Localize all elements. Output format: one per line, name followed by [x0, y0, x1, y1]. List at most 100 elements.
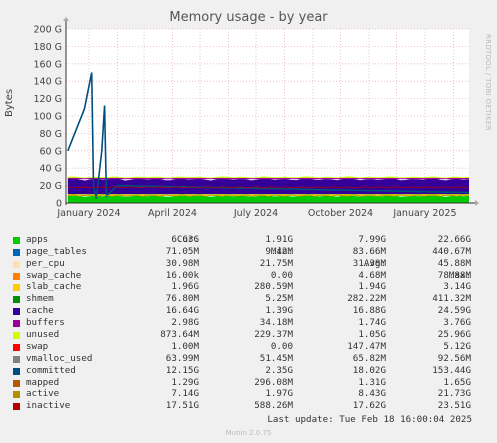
legend-name: page_tables: [26, 245, 87, 257]
legend-max: 21.73G: [437, 388, 471, 400]
legend-swatch: [13, 320, 20, 328]
legend-avg: 65.82M: [352, 352, 386, 364]
legend-min: 1.91G: [265, 233, 293, 245]
x-tick-label: October 2024: [308, 208, 373, 219]
x-tick-label: April 2024: [148, 208, 197, 219]
legend-swatch: [13, 284, 20, 292]
y-tick-label: 40 G: [40, 164, 62, 175]
legend-avg: 83.66M: [352, 245, 386, 257]
y-tick-label: 180 G: [33, 42, 62, 53]
legend-cur: 76.80M: [165, 293, 199, 305]
legend-header: Cur: Min: Avg: Max:: [12, 222, 472, 281]
legend-name: apps: [26, 233, 49, 245]
legend-avg: 1.94G: [358, 281, 386, 293]
y-axis-arrow: [63, 17, 69, 21]
legend-row-committed: committed 12.15G 2.35G 18.02G 153.44G: [12, 365, 472, 377]
legend-avg: 1.31G: [358, 376, 386, 388]
legend-max: 3.14G: [443, 281, 471, 293]
y-tick-label: 200 G: [33, 25, 62, 36]
legend: Cur: Min: Avg: Max: apps 6.63G 1.91G 7.99G 2…: [12, 222, 472, 412]
legend-cur: 12.15G: [165, 364, 199, 376]
legend-row-swap: swap 1.00M 0.00 147.47M 5.12G: [12, 341, 472, 353]
legend-swatch: [13, 248, 20, 256]
legend-name: inactive: [26, 400, 71, 412]
legend-swatch: [13, 355, 20, 363]
legend-avg: 31.38M: [352, 257, 386, 269]
x-tick-label: January 2025: [392, 208, 456, 219]
legend-max: 22.66G: [437, 233, 471, 245]
munin-version: Munin 2.0.75: [225, 429, 272, 437]
legend-swatch: [13, 391, 20, 399]
legend-avg: 1.74G: [358, 317, 386, 329]
legend-name: buffers: [26, 317, 65, 329]
legend-row-apps: apps 6.63G 1.91G 7.99G 22.66G: [12, 234, 472, 246]
legend-max: 153.44G: [432, 364, 471, 376]
legend-cur: 71.05M: [165, 245, 199, 257]
legend-max: 25.96G: [437, 329, 471, 341]
legend-cur: 6.63G: [171, 233, 199, 245]
legend-name: swap: [26, 340, 49, 352]
legend-max: 3.76G: [443, 317, 471, 329]
y-tick-label: 80 G: [40, 129, 62, 140]
legend-name: cache: [26, 305, 54, 317]
legend-min: 1.39G: [265, 305, 293, 317]
y-tick-label: 160 G: [33, 59, 62, 70]
legend-row-mapped: mapped 1.29G 296.08M 1.31G 1.65G: [12, 377, 472, 389]
legend-max: 411.32M: [432, 293, 471, 305]
legend-row-page-tables: page_tables 71.05M 9.42M 83.66M 440.67M: [12, 246, 472, 258]
legend-min: 21.75M: [259, 257, 293, 269]
legend-swatch: [13, 343, 20, 351]
stacked-area: [67, 176, 470, 203]
y-tick-label: 100 G: [33, 112, 62, 123]
legend-name: per_cpu: [26, 257, 65, 269]
y-tick-label: 20 G: [40, 181, 62, 192]
legend-cur: 17.51G: [165, 400, 199, 412]
legend-name: vmalloc_used: [26, 352, 93, 364]
legend-max: 92.56M: [437, 352, 471, 364]
legend-avg: 7.99G: [358, 233, 386, 245]
legend-max: 23.51G: [437, 400, 471, 412]
legend-max: 24.59G: [437, 305, 471, 317]
legend-cur: 30.98M: [165, 257, 199, 269]
legend-row-inactive: inactive 17.51G 588.26M 17.62G 23.51G: [12, 400, 472, 412]
legend-swatch: [13, 260, 20, 268]
legend-name: committed: [26, 364, 76, 376]
legend-avg: 17.62G: [352, 400, 386, 412]
legend-name: slab_cache: [26, 281, 82, 293]
legend-cur: 16.64G: [165, 305, 199, 317]
legend-min: 280.59M: [254, 281, 293, 293]
legend-row-vmalloc-used: vmalloc_used 63.99M 51.45M 65.82M 92.56M: [12, 353, 472, 365]
legend-swatch: [13, 403, 20, 411]
legend-cur: 7.14G: [171, 388, 199, 400]
legend-min: 51.45M: [259, 352, 293, 364]
legend-swatch: [13, 367, 20, 375]
legend-avg: 4.68M: [358, 269, 386, 281]
last-update: Last update: Tue Feb 18 16:00:04 2025: [267, 414, 472, 425]
legend-min: 2.35G: [265, 364, 293, 376]
legend-swatch: [13, 272, 20, 280]
legend-cur: 2.98G: [171, 317, 199, 329]
legend-swatch: [13, 308, 20, 316]
legend-max: 78.88M: [437, 269, 471, 281]
x-tick-label: January 2024: [56, 208, 120, 219]
y-tick-label: 140 G: [33, 77, 62, 88]
legend-cur: 16.00k: [165, 269, 199, 281]
legend-row-cache: cache 16.64G 1.39G 16.88G 24.59G: [12, 305, 472, 317]
legend-min: 0.00: [270, 340, 293, 352]
legend-row-shmem: shmem 76.80M 5.25M 282.22M 411.32M: [12, 293, 472, 305]
legend-cur: 1.29G: [171, 376, 199, 388]
legend-row-buffers: buffers 2.98G 34.18M 1.74G 3.76G: [12, 317, 472, 329]
legend-avg: 1.05G: [358, 329, 386, 341]
legend-row-unused: unused 873.64M 229.37M 1.05G 25.96G: [12, 329, 472, 341]
legend-swatch: [13, 379, 20, 387]
legend-name: unused: [26, 329, 60, 341]
legend-min: 588.26M: [254, 400, 293, 412]
legend-min: 9.42M: [265, 245, 293, 257]
legend-avg: 282.22M: [347, 293, 386, 305]
x-axis-arrow: [475, 200, 479, 206]
legend-min: 0.00: [270, 269, 293, 281]
legend-max: 440.67M: [432, 245, 471, 257]
legend-swatch: [13, 296, 20, 304]
legend-swatch: [13, 332, 20, 340]
y-tick-label: 60 G: [40, 146, 62, 157]
